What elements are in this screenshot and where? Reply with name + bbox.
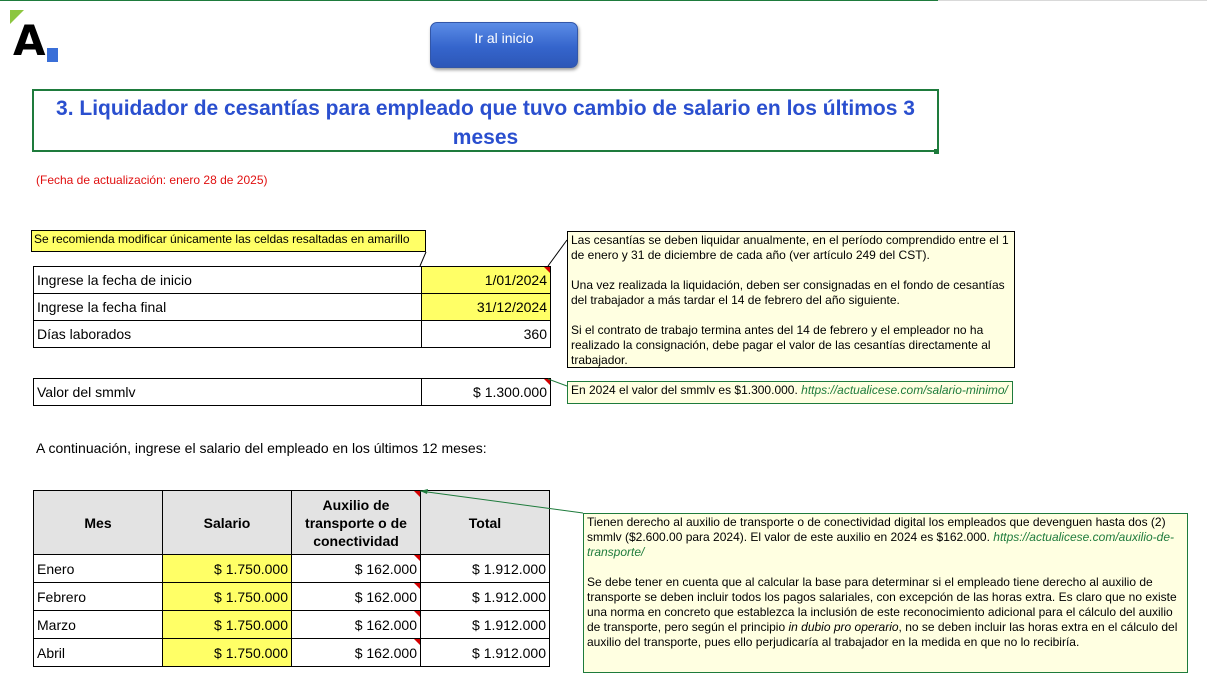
smmlv-note-link[interactable]: https://actualicese.com/salario-minimo/ <box>801 383 1008 397</box>
cesantias-info-note: Las cesantías se deben liquidar anualmen… <box>567 231 1015 368</box>
aux-cell: $ 162.000 <box>291 582 421 611</box>
table-row: Abril $ 1.750.000 $ 162.000 $ 1.912.000 <box>33 638 550 667</box>
smmlv-note-text: En 2024 el valor del smmlv es $1.300.000… <box>571 383 802 397</box>
start-date-cell[interactable]: 1/01/2024 <box>421 266 551 294</box>
home-button[interactable]: Ir al inicio <box>430 22 578 68</box>
aux-paragraph-2-italic: in dubio pro operario <box>788 620 899 634</box>
actualicese-logo: A <box>10 10 58 64</box>
total-cell: $ 1.912.000 <box>420 638 550 667</box>
table-row: Febrero $ 1.750.000 $ 162.000 $ 1.912.00… <box>33 582 550 611</box>
start-date-label: Ingrese la fecha de inicio <box>33 266 422 294</box>
salary-cell[interactable]: $ 1.750.000 <box>162 610 292 639</box>
header-auxilio: Auxilio de transporte o de conectividad <box>291 490 421 555</box>
month-cell: Febrero <box>33 582 163 611</box>
page-title: 3. Liquidador de cesantías para empleado… <box>32 89 939 152</box>
table-row: Ingrese la fecha final 31/12/2024 <box>33 293 551 321</box>
total-cell: $ 1.912.000 <box>420 582 550 611</box>
info-paragraph-1: Las cesantías se deben liquidar anualmen… <box>571 233 1009 262</box>
recommendation-note: Se recomienda modificar únicamente las c… <box>31 230 426 252</box>
header-month: Mes <box>33 490 163 555</box>
info-paragraph-3: Si el contrato de trabajo termina antes … <box>571 323 991 367</box>
table-row: Marzo $ 1.750.000 $ 162.000 $ 1.912.000 <box>33 610 550 639</box>
salary-cell[interactable]: $ 1.750.000 <box>162 638 292 667</box>
table-row: Días laborados 360 <box>33 320 551 348</box>
aux-cell: $ 162.000 <box>291 638 421 667</box>
salary-cell[interactable]: $ 1.750.000 <box>162 582 292 611</box>
header-total: Total <box>420 490 550 555</box>
header-salary: Salario <box>162 490 292 555</box>
aux-cell: $ 162.000 <box>291 610 421 639</box>
smmlv-label: Valor del smmlv <box>33 378 422 406</box>
smmlv-note: En 2024 el valor del smmlv es $1.300.000… <box>567 381 1013 404</box>
top-border-line <box>0 0 938 1</box>
salary-intro-text: A continuación, ingrese el salario del e… <box>36 440 487 456</box>
end-date-label: Ingrese la fecha final <box>33 293 422 321</box>
info-paragraph-2: Una vez realizada la liquidación, deben … <box>571 278 1005 307</box>
title-resize-handle <box>934 149 939 154</box>
aux-paragraph-1: Tienen derecho al auxilio de transporte … <box>587 515 1184 560</box>
days-worked-label: Días laborados <box>33 320 422 348</box>
table-row: Ingrese la fecha de inicio 1/01/2024 <box>33 266 551 294</box>
update-date: (Fecha de actualización: enero 28 de 202… <box>36 173 268 187</box>
total-cell: $ 1.912.000 <box>420 610 550 639</box>
aux-cell: $ 162.000 <box>291 554 421 583</box>
yellow-note-connector <box>419 251 427 267</box>
info-note-connector <box>547 239 568 267</box>
table-row: Enero $ 1.750.000 $ 162.000 $ 1.912.000 <box>33 554 550 583</box>
salary-cell[interactable]: $ 1.750.000 <box>162 554 292 583</box>
top-border-line-gray <box>938 0 1207 1</box>
smmlv-value-cell: $ 1.300.000 <box>421 378 551 406</box>
smmlv-table: Valor del smmlv $ 1.300.000 <box>33 378 551 406</box>
month-cell: Abril <box>33 638 163 667</box>
table-header-row: Mes Salario Auxilio de transporte o de c… <box>33 490 550 555</box>
table-row: Valor del smmlv $ 1.300.000 <box>33 378 551 406</box>
salary-table: Mes Salario Auxilio de transporte o de c… <box>33 490 550 667</box>
svg-text:A: A <box>13 16 46 64</box>
dates-table: Ingrese la fecha de inicio 1/01/2024 Ing… <box>33 266 551 348</box>
aux-paragraph-2: Se debe tener en cuenta que al calcular … <box>587 575 1184 650</box>
month-cell: Marzo <box>33 610 163 639</box>
month-cell: Enero <box>33 554 163 583</box>
days-worked-cell: 360 <box>421 320 551 348</box>
end-date-cell[interactable]: 31/12/2024 <box>421 293 551 321</box>
total-cell: $ 1.912.000 <box>420 554 550 583</box>
auxilio-info-note: Tienen derecho al auxilio de transporte … <box>583 513 1188 673</box>
